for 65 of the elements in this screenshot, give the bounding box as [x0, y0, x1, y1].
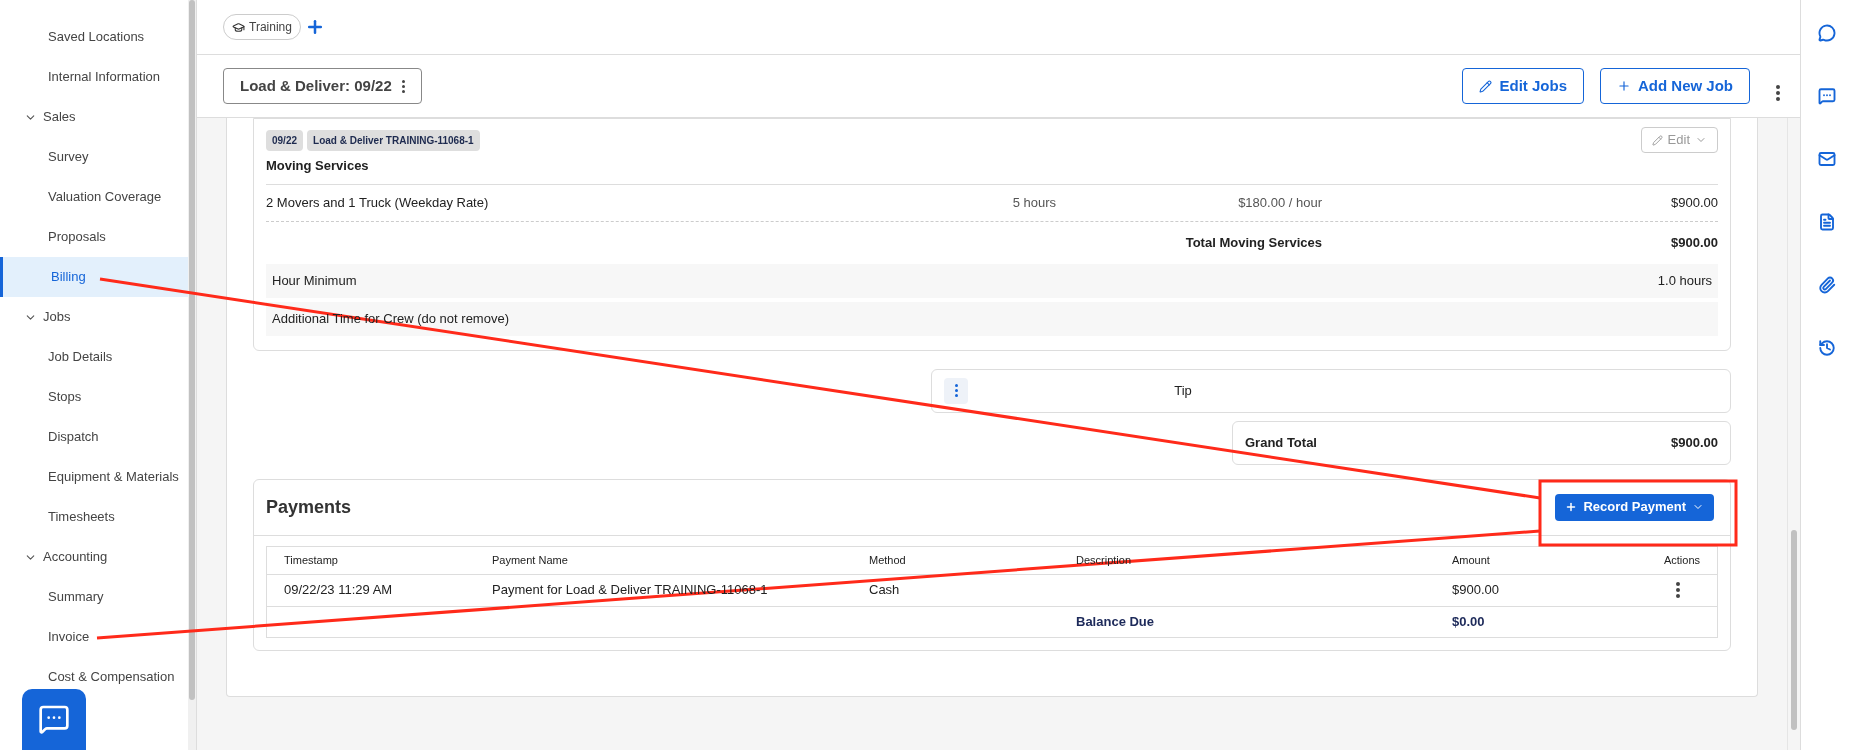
- total-label: Total Moving Services: [1184, 233, 1322, 252]
- quantity-text: 5 hours: [1011, 193, 1056, 212]
- sidebar-item[interactable]: Saved Locations: [0, 17, 188, 57]
- graduation-cap-icon: [232, 20, 245, 34]
- sidebar-item[interactable]: Billing: [0, 257, 188, 297]
- sidebar-item[interactable]: Invoice: [0, 617, 188, 657]
- pencil-icon: [1479, 79, 1493, 93]
- column-header: Timestamp: [284, 552, 339, 568]
- scrollbar[interactable]: [1787, 118, 1800, 750]
- job-tab[interactable]: Load & Deliver: 09/22: [223, 68, 422, 104]
- kebab-icon[interactable]: [1776, 84, 1780, 101]
- sidebar-item[interactable]: Job Details: [0, 337, 188, 377]
- kebab-icon[interactable]: [1676, 582, 1680, 598]
- record-payment-button[interactable]: Record Payment: [1555, 493, 1714, 521]
- document-icon[interactable]: [1818, 213, 1836, 231]
- sidebar-item[interactable]: Survey: [0, 137, 188, 177]
- grand-total-value: $900.00: [1671, 433, 1718, 452]
- sidebar-item[interactable]: Timesheets: [0, 497, 188, 537]
- line-item-name: 2 Movers and 1 Truck (Weekday Rate): [266, 193, 490, 212]
- sidebar-item[interactable]: Valuation Coverage: [0, 177, 188, 217]
- balance-value: $0.00: [1452, 612, 1486, 631]
- extra-value: 1.0 hours: [1657, 271, 1712, 290]
- rate-text: $180.00 / hour: [1237, 193, 1322, 212]
- history-icon[interactable]: [1818, 339, 1836, 357]
- sidebar-item[interactable]: Internal Information: [0, 57, 188, 97]
- balance-label: Balance Due: [1076, 612, 1156, 631]
- section-title: Moving Services: [266, 153, 1718, 185]
- column-header: Method: [869, 552, 907, 568]
- scrollbar[interactable]: [188, 0, 196, 750]
- grand-total-label: Grand Total: [1245, 433, 1317, 452]
- table-cell-text: Cash: [869, 581, 901, 600]
- plus-icon: [1617, 79, 1631, 93]
- chat-launcher-button[interactable]: [22, 689, 86, 750]
- column-header: Payment Name: [492, 552, 569, 568]
- sidebar-item[interactable]: Equipment & Materials: [0, 457, 188, 497]
- column-header: Amount: [1452, 552, 1491, 568]
- sidebar-item[interactable]: Accounting: [0, 537, 188, 577]
- sidebar-item[interactable]: Stops: [0, 377, 188, 417]
- extra-label: Hour Minimum: [272, 271, 357, 290]
- column-header: Actions: [1662, 552, 1700, 568]
- sidebar-item[interactable]: Jobs: [0, 297, 188, 337]
- sms-bubble-icon[interactable]: [1818, 87, 1836, 105]
- job-badge: Load & Deliver TRAINING-11068-1: [307, 129, 480, 151]
- total-value: $900.00: [1670, 233, 1718, 252]
- chat-bubble-icon: [38, 703, 70, 735]
- kebab-button[interactable]: [944, 377, 968, 404]
- tip-label: Tip: [1174, 381, 1192, 400]
- mail-icon[interactable]: [1818, 150, 1836, 168]
- amount-text: $900.00: [1670, 193, 1718, 212]
- paperclip-icon[interactable]: [1818, 276, 1836, 294]
- pencil-icon: [1651, 134, 1663, 146]
- sidebar-item[interactable]: Sales: [0, 97, 188, 137]
- payments-title: Payments: [266, 495, 352, 519]
- kebab-icon: [954, 384, 958, 397]
- sidebar-item[interactable]: Summary: [0, 577, 188, 617]
- job-badge: 09/22: [266, 129, 304, 151]
- sidebar-item[interactable]: Cost & Compensation: [0, 657, 188, 697]
- kebab-icon: [401, 79, 405, 93]
- table-cell-text: $900.00: [1452, 581, 1500, 600]
- table-cell-text: 09/22/23 11:29 AM: [284, 581, 394, 600]
- plus-icon: [1565, 501, 1578, 513]
- edit-jobs-button[interactable]: Edit Jobs: [1462, 68, 1584, 104]
- sidebar-item[interactable]: Dispatch: [0, 417, 188, 457]
- sidebar-item[interactable]: Proposals: [0, 217, 188, 257]
- add-job-button[interactable]: Add New Job: [1600, 68, 1750, 104]
